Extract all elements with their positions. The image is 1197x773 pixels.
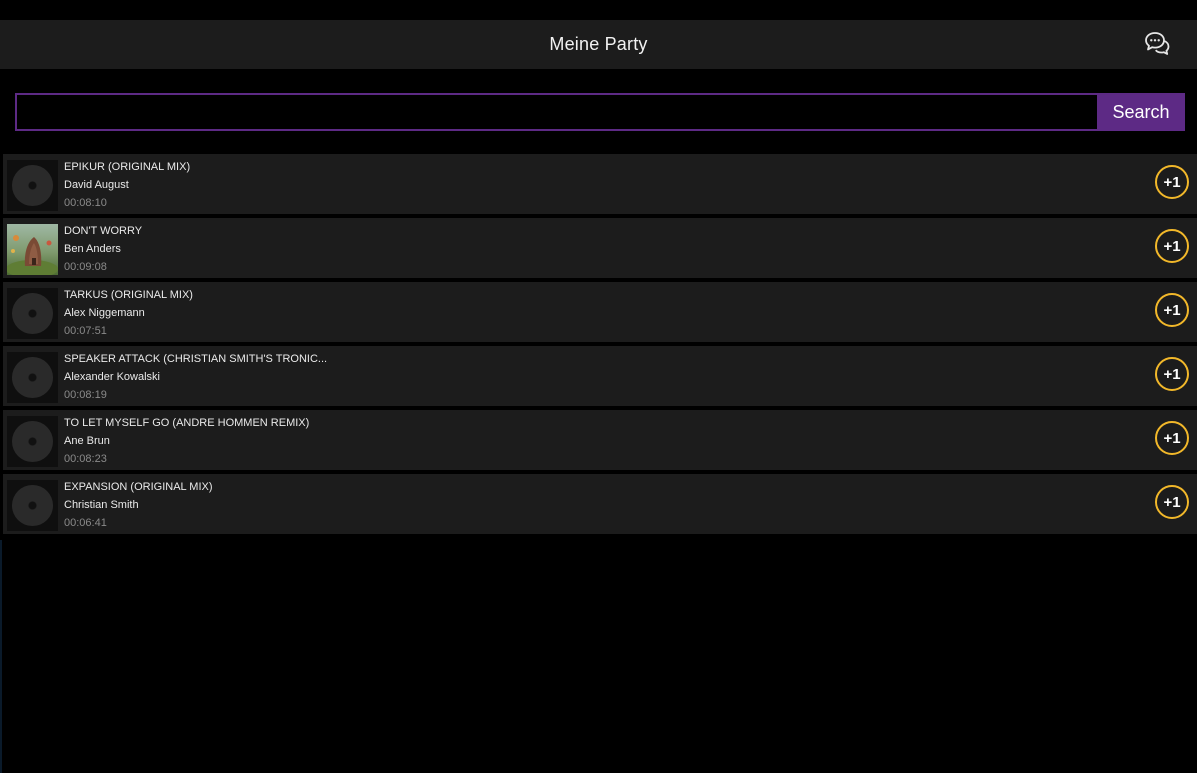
track-duration: 00:06:41 [64,517,107,529]
track-title: TARKUS (ORIGINAL MIX) [64,289,193,301]
album-cover [7,160,58,211]
header-bar: Meine Party [0,20,1197,69]
window-edge [0,540,2,773]
upvote-button[interactable]: +1 [1155,293,1189,327]
track-row[interactable]: SPEAKER ATTACK (CHRISTIAN SMITH'S TRONIC… [3,346,1197,406]
track-row[interactable]: EPIKUR (ORIGINAL MIX) David August 00:08… [3,154,1197,214]
track-duration: 00:09:08 [64,261,107,273]
search-bar: Search [15,93,1185,131]
vinyl-record-icon [12,165,53,206]
vinyl-record-icon [12,357,53,398]
vinyl-record-icon [12,421,53,462]
track-title: TO LET MYSELF GO (ANDRE HOMMEN REMIX) [64,417,310,429]
track-row[interactable]: TARKUS (ORIGINAL MIX) Alex Niggemann 00:… [3,282,1197,342]
upvote-button[interactable]: +1 [1155,357,1189,391]
track-list: EPIKUR (ORIGINAL MIX) David August 00:08… [3,154,1197,538]
track-duration: 00:08:19 [64,389,107,401]
track-artist: David August [64,179,129,191]
upvote-button[interactable]: +1 [1155,421,1189,455]
album-cover [7,288,58,339]
track-artist: Alexander Kowalski [64,371,160,383]
album-art-image [7,224,58,275]
upvote-button[interactable]: +1 [1155,485,1189,519]
track-duration: 00:08:23 [64,453,107,465]
vinyl-record-icon [12,293,53,334]
vinyl-record-icon [12,485,53,526]
track-title: EPIKUR (ORIGINAL MIX) [64,161,191,173]
app-window: Meine Party Search EPIKUR (ORIGINAL MIX)… [0,0,1197,773]
upvote-button[interactable]: +1 [1155,165,1189,199]
chat-bubbles-icon [1145,32,1170,55]
track-artist: Alex Niggemann [64,307,145,319]
track-artist: Ben Anders [64,243,121,255]
upvote-button[interactable]: +1 [1155,229,1189,263]
track-duration: 00:08:10 [64,197,107,209]
album-cover [7,224,58,275]
track-row[interactable]: DON'T WORRY Ben Anders 00:09:08 +1 [3,218,1197,278]
track-artist: Christian Smith [64,499,139,511]
search-button[interactable]: Search [1097,93,1185,131]
track-row[interactable]: EXPANSION (ORIGINAL MIX) Christian Smith… [3,474,1197,534]
album-cover [7,416,58,467]
album-cover [7,352,58,403]
album-cover [7,480,58,531]
track-row[interactable]: TO LET MYSELF GO (ANDRE HOMMEN REMIX) An… [3,410,1197,470]
track-artist: Ane Brun [64,435,110,447]
page-title: Meine Party [549,34,648,54]
chat-button[interactable] [1143,30,1171,58]
search-input[interactable] [15,93,1097,131]
track-duration: 00:07:51 [64,325,107,337]
track-title: SPEAKER ATTACK (CHRISTIAN SMITH'S TRONIC… [64,353,328,365]
track-title: EXPANSION (ORIGINAL MIX) [64,481,213,493]
track-title: DON'T WORRY [64,225,143,237]
